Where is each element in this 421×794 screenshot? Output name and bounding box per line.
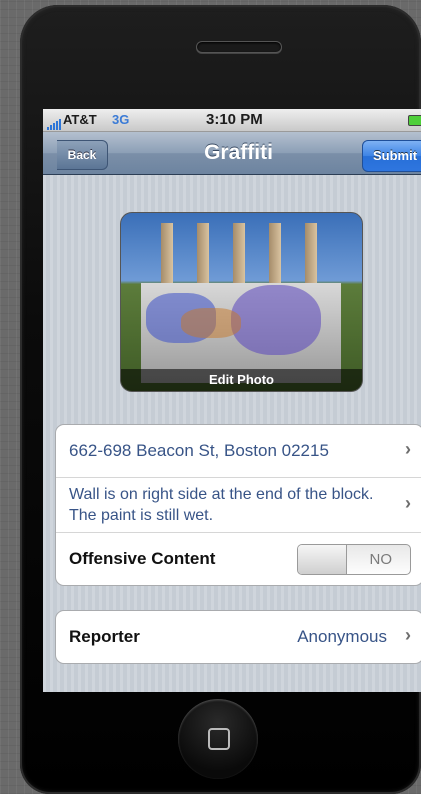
description-value: Wall is on right side at the end of the …: [69, 486, 374, 524]
photo-thumbnail[interactable]: Edit Photo: [120, 212, 363, 392]
offensive-content-row: Offensive Content NO: [56, 533, 421, 585]
toggle-state-label: NO: [369, 551, 393, 568]
home-icon: [208, 728, 230, 750]
screen: AT&T 3G 3:10 PM Back Graffiti Submit Edi…: [43, 109, 421, 692]
location-row[interactable]: 662-698 Beacon St, Boston 02215 ›: [56, 425, 421, 478]
chevron-right-icon: ›: [405, 439, 411, 459]
toggle-knob: [298, 545, 347, 574]
carrier-label: AT&T: [63, 112, 97, 127]
home-button[interactable]: [178, 699, 258, 779]
submit-button[interactable]: Submit: [362, 140, 421, 172]
reporter-value: Anonymous: [297, 627, 387, 646]
offensive-content-label: Offensive Content: [69, 549, 216, 568]
network-label: 3G: [112, 112, 130, 127]
form-content: Edit Photo 662-698 Beacon St, Boston 022…: [43, 175, 421, 692]
battery-icon: [408, 115, 421, 126]
chevron-right-icon: ›: [405, 493, 411, 513]
reporter-label: Reporter: [69, 627, 140, 646]
phone-device: AT&T 3G 3:10 PM Back Graffiti Submit Edi…: [20, 5, 421, 794]
reporter-group: Reporter Anonymous ›: [55, 610, 421, 664]
nav-bar: Back Graffiti Submit: [43, 132, 421, 175]
details-group: 662-698 Beacon St, Boston 02215 › Wall i…: [55, 424, 421, 586]
clock: 3:10 PM: [206, 111, 263, 128]
speaker-grille: [196, 41, 282, 53]
description-row[interactable]: Wall is on right side at the end of the …: [56, 478, 421, 533]
photo-image: [141, 223, 361, 285]
status-bar: AT&T 3G 3:10 PM: [43, 109, 421, 132]
reporter-row[interactable]: Reporter Anonymous ›: [56, 611, 421, 663]
signal-icon: [47, 114, 62, 130]
edit-photo-button[interactable]: Edit Photo: [121, 369, 362, 391]
chevron-right-icon: ›: [405, 625, 411, 645]
offensive-content-toggle[interactable]: NO: [297, 544, 411, 575]
location-value: 662-698 Beacon St, Boston 02215: [69, 441, 329, 460]
